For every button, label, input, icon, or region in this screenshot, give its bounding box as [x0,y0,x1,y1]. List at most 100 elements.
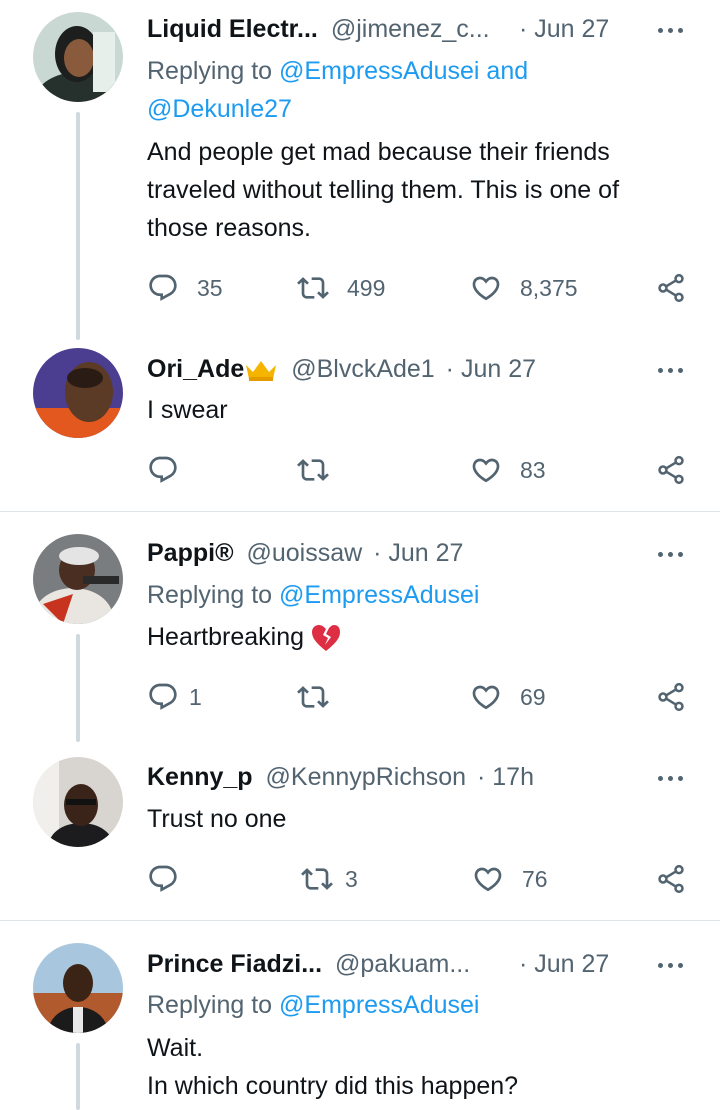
retweet-count: 499 [347,274,386,301]
like-button[interactable]: 83 [470,450,546,490]
display-name[interactable]: Liquid Electr... [147,15,318,43]
more-options-icon[interactable] [658,773,690,783]
broken-heart-icon [311,625,340,652]
tweet-text: I swear [147,391,690,429]
tweet-date[interactable]: · 17h [477,763,534,791]
thread-line [76,634,80,742]
like-count: 83 [520,456,546,483]
user-handle[interactable]: @uoissaw [246,539,362,567]
more-options-icon[interactable] [658,365,690,375]
mention-link[interactable]: @EmpressAdusei [279,581,479,609]
tweet-text: Heartbreaking [147,618,690,656]
tweet-2[interactable]: Ori_Ade @BlvckAde1 · Jun 27 I swear 83 [0,340,720,510]
display-name[interactable]: Ori_Ade [147,355,244,383]
user-handle[interactable]: @pakuam... [335,950,470,978]
like-button[interactable]: 69 [470,677,546,717]
user-handle[interactable]: @BlvckAde1 [291,355,435,383]
like-count: 76 [522,865,548,892]
share-icon [655,681,687,713]
more-options-icon[interactable] [658,549,690,559]
tweet-text: Trust no one [147,800,690,838]
reply-count: 1 [189,683,202,710]
user-handle[interactable]: @KennypRichson [266,763,467,791]
mention-link[interactable]: @EmpressAdusei [279,991,479,1019]
reply-button[interactable]: 1 [147,677,202,717]
tweet-date[interactable]: · Jun 27 [519,12,609,46]
thread-line [76,1043,80,1110]
retweet-button[interactable] [297,677,347,717]
reply-icon [147,454,179,486]
avatar-kenny-p[interactable] [33,757,123,847]
tweet-text-line: those reasons. [147,214,311,242]
tweet-text: And people get mad because their friends… [147,133,690,247]
retweet-count: 3 [345,865,358,892]
share-button[interactable] [655,450,687,490]
share-icon [655,454,687,486]
retweet-icon [301,863,333,895]
tweet-actions: 1 69 [147,677,692,717]
like-button[interactable]: 8,375 [470,268,578,308]
tweet-text-line: I swear [147,396,228,424]
tweet-header: Ori_Ade @BlvckAde1 · Jun 27 [147,352,710,386]
tweet-3[interactable]: Pappi® @uoissaw · Jun 27 Replying to @Em… [0,512,720,742]
replying-to-label: Replying to [147,57,280,85]
tweet-header: Kenny_p @KennypRichson · 17h [147,760,710,794]
user-handle[interactable]: @jimenez_c... [331,15,490,43]
like-icon [470,272,502,304]
tweet-header: Pappi® @uoissaw · Jun 27 [147,536,710,570]
share-icon [655,272,687,304]
mention-link[interactable]: @Dekunle27 [147,95,292,123]
like-icon [470,454,502,486]
retweet-button[interactable] [297,450,347,490]
like-button[interactable]: 76 [472,859,548,899]
tweet-text: Wait. In which country did this happen? [147,1029,690,1105]
tweet-text-line: And people get mad because their friends [147,138,610,166]
tweet-header: Liquid Electr... @jimenez_c... · Jun 27 [147,12,710,46]
tweet-actions: 3 76 [147,859,692,899]
tweet-date[interactable]: · Jun 27 [373,539,463,567]
tweet-1[interactable]: Liquid Electr... @jimenez_c... · Jun 27 … [0,0,720,340]
retweet-icon [297,272,329,304]
more-options-icon[interactable] [658,25,690,35]
tweet-text-line: Trust no one [147,805,287,833]
tweet-date[interactable]: · Jun 27 [446,355,536,383]
reply-icon [147,863,179,895]
replying-to: Replying to @EmpressAdusei [147,576,479,614]
display-name[interactable]: Kenny_p [147,763,253,791]
like-count: 8,375 [520,274,578,301]
retweet-icon [297,454,329,486]
retweet-icon [297,681,329,713]
tweet-date[interactable]: · Jun 27 [519,947,609,981]
reply-icon [147,272,179,304]
share-button[interactable] [655,677,687,717]
like-icon [472,863,504,895]
display-name[interactable]: Prince Fiadzi... [147,950,322,978]
tweet-text-line: In which country did this happen? [147,1072,519,1100]
retweet-button[interactable]: 499 [297,268,385,308]
avatar-pappi[interactable] [33,534,123,624]
reply-button[interactable]: 35 [147,268,223,308]
like-count: 69 [520,683,546,710]
display-name[interactable]: Pappi® [147,539,234,567]
share-icon [655,863,687,895]
tweet-5[interactable]: Prince Fiadzi... @pakuam... · Jun 27 Rep… [0,921,720,1110]
tweet-actions: 35 499 8,375 [147,268,692,308]
avatar-ori-ade[interactable] [33,348,123,438]
share-button[interactable] [655,859,687,899]
mention-link[interactable]: @EmpressAdusei and [279,57,528,85]
replying-to-label: Replying to [147,991,280,1019]
avatar-liquid-electr[interactable] [33,12,123,102]
tweet-text-line: Wait. [147,1034,204,1062]
tweet-text-line: Heartbreaking [147,623,305,651]
avatar-prince-fiadzi[interactable] [33,943,123,1033]
retweet-button[interactable]: 3 [301,859,358,899]
tweet-4[interactable]: Kenny_p @KennypRichson · 17h Trust no on… [0,742,720,920]
share-button[interactable] [655,268,687,308]
reply-button[interactable] [147,859,197,899]
reply-button[interactable] [147,450,197,490]
more-options-icon[interactable] [658,960,690,970]
like-icon [470,681,502,713]
crown-icon [246,361,277,382]
tweet-header: Prince Fiadzi... @pakuam... · Jun 27 [147,947,710,981]
thread-line [76,112,80,340]
